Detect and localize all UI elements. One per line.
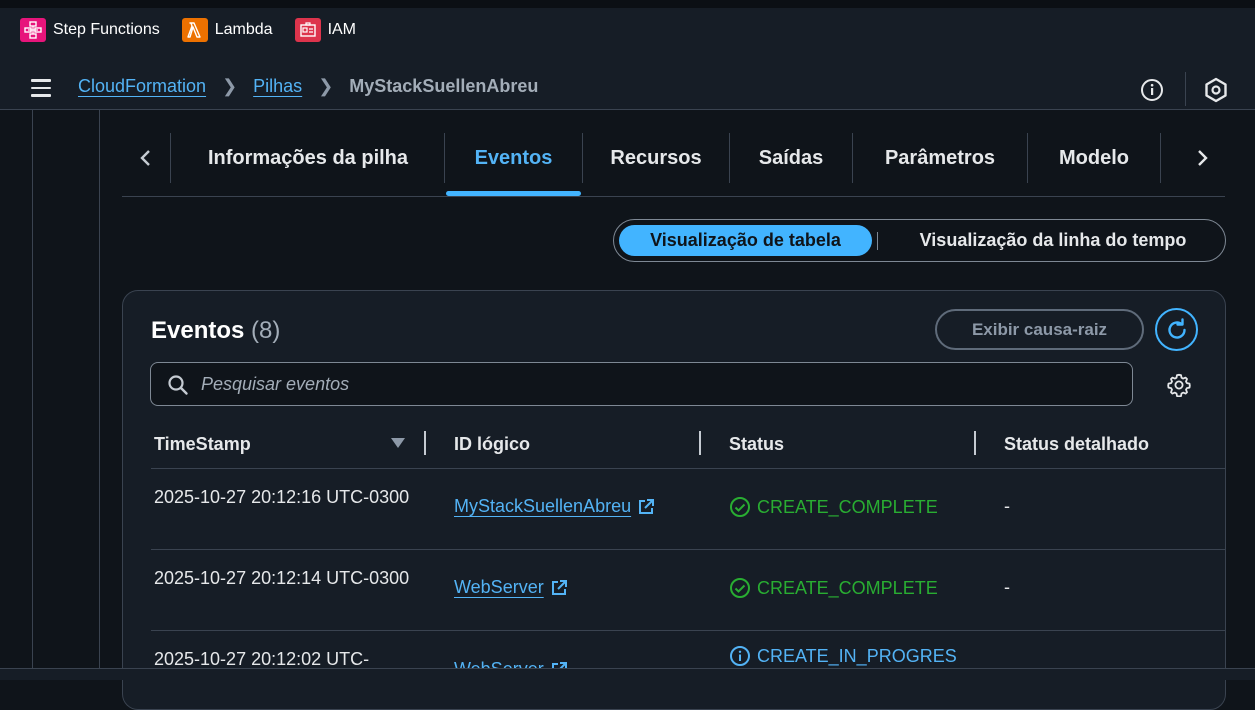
stack-tabs: Informações da pilha Eventos Recursos Sa…	[122, 130, 1225, 197]
logical-id-link[interactable]: MyStackSuellenAbreu	[454, 496, 655, 517]
tab-separator	[1160, 133, 1161, 183]
tab-template[interactable]: Modelo	[1028, 130, 1160, 186]
tab-separator	[444, 133, 445, 183]
timeline-view-button[interactable]: Visualização da linha do tempo	[884, 225, 1222, 256]
top-navigation: Step Functions Lambda IAM CloudFormation…	[0, 0, 1255, 110]
column-resizer[interactable]	[699, 431, 701, 455]
column-resizer[interactable]	[974, 431, 976, 455]
check-circle-icon	[730, 578, 750, 598]
status-text: CREATE_IN_PROGRES	[757, 645, 957, 666]
view-toggle: Visualização de tabela Visualização da l…	[613, 219, 1226, 262]
tab-outputs[interactable]: Saídas	[730, 130, 852, 186]
tab-stack-info[interactable]: Informações da pilha	[172, 130, 444, 186]
timestamp-cell: 2025-10-27 20:12:14 UTC-0300	[154, 568, 410, 588]
status-cell: CREATE_COMPLETE	[729, 577, 938, 599]
refresh-icon	[1167, 317, 1186, 339]
tab-resources[interactable]: Recursos	[583, 130, 729, 186]
breadcrumb-current: MyStackSuellenAbreu	[349, 76, 539, 96]
sidebar-divider	[32, 110, 33, 680]
table-row: 2025-10-27 20:12:14 UTC-0300 WebServer C…	[151, 550, 1225, 631]
breadcrumb: CloudFormation ❯ Pilhas ❯ MyStackSuellen…	[78, 76, 538, 97]
bottom-bar	[0, 668, 1255, 680]
table-header: TimeStamp ID lógico Status Status detalh…	[151, 425, 1225, 469]
column-status-detail[interactable]: Status detalhado	[1004, 434, 1149, 455]
divider	[1185, 72, 1186, 106]
status-text: CREATE_COMPLETE	[757, 496, 938, 517]
favorites-bar: Step Functions Lambda IAM	[20, 18, 356, 42]
tab-events[interactable]: Eventos	[446, 130, 581, 186]
chevron-right-icon: ❯	[318, 76, 334, 96]
info-icon[interactable]	[1140, 78, 1164, 102]
info-circle-icon	[730, 646, 750, 666]
column-timestamp[interactable]: TimeStamp	[154, 434, 251, 455]
tab-parameters[interactable]: Parâmetros	[853, 130, 1027, 186]
active-tab-indicator	[446, 191, 581, 196]
timestamp-cell: 2025-10-27 20:12:16 UTC-0300	[154, 487, 410, 507]
logical-id-link[interactable]: WebServer	[454, 577, 568, 598]
show-root-cause-button[interactable]: Exibir causa-raiz	[935, 309, 1144, 350]
breadcrumb-row: CloudFormation ❯ Pilhas ❯ MyStackSuellen…	[0, 66, 1255, 112]
search-icon	[168, 375, 188, 395]
external-link-icon	[639, 498, 655, 514]
column-logical-id[interactable]: ID lógico	[454, 434, 530, 455]
logical-id-text: MyStackSuellenAbreu	[454, 496, 632, 516]
favorite-label: Lambda	[214, 21, 273, 38]
events-panel: Eventos (8) Exibir causa-raiz TimeStamp …	[122, 290, 1226, 710]
cloudshell-icon[interactable]	[1203, 77, 1229, 103]
table-view-button[interactable]: Visualização de tabela	[619, 225, 872, 256]
status-detail-cell: -	[1004, 496, 1010, 516]
search-input[interactable]	[201, 363, 1121, 405]
logical-id-text: WebServer	[454, 577, 544, 597]
events-heading: Eventos (8)	[151, 317, 280, 345]
tab-separator	[170, 133, 171, 183]
status-text: CREATE_COMPLETE	[757, 577, 938, 598]
breadcrumb-stacks[interactable]: Pilhas	[253, 76, 302, 97]
sort-descending-icon[interactable]	[390, 437, 406, 449]
status-cell: CREATE_IN_PROGRES	[729, 645, 957, 667]
events-title: Eventos	[151, 317, 245, 344]
favorite-step-functions[interactable]: Step Functions	[20, 18, 160, 42]
favorite-label: Step Functions	[53, 21, 160, 38]
lambda-icon	[181, 18, 208, 42]
status-detail-cell: -	[1004, 577, 1010, 597]
toggle-separator	[877, 232, 878, 250]
favorite-label: IAM	[327, 21, 357, 38]
iam-icon	[294, 18, 321, 42]
breadcrumb-cloudformation[interactable]: CloudFormation	[78, 76, 206, 97]
content-divider	[99, 110, 100, 680]
refresh-button[interactable]	[1155, 308, 1198, 351]
step-functions-icon	[20, 18, 46, 42]
favorite-lambda[interactable]: Lambda	[181, 18, 273, 42]
favorite-iam[interactable]: IAM	[294, 18, 357, 42]
events-count: (8)	[251, 317, 281, 344]
column-resizer[interactable]	[424, 431, 426, 455]
menu-icon[interactable]	[31, 79, 51, 97]
chevron-right-icon[interactable]	[1192, 144, 1212, 172]
status-cell: CREATE_COMPLETE	[729, 496, 938, 518]
table-row: 2025-10-27 20:12:16 UTC-0300 MyStackSuel…	[151, 469, 1225, 550]
chevron-left-icon[interactable]	[136, 144, 156, 172]
search-field	[150, 362, 1133, 406]
gear-icon[interactable]	[1167, 373, 1191, 397]
check-circle-icon	[730, 497, 750, 517]
column-status[interactable]: Status	[729, 434, 784, 455]
external-link-icon	[551, 579, 567, 595]
chevron-right-icon: ❯	[222, 76, 238, 96]
